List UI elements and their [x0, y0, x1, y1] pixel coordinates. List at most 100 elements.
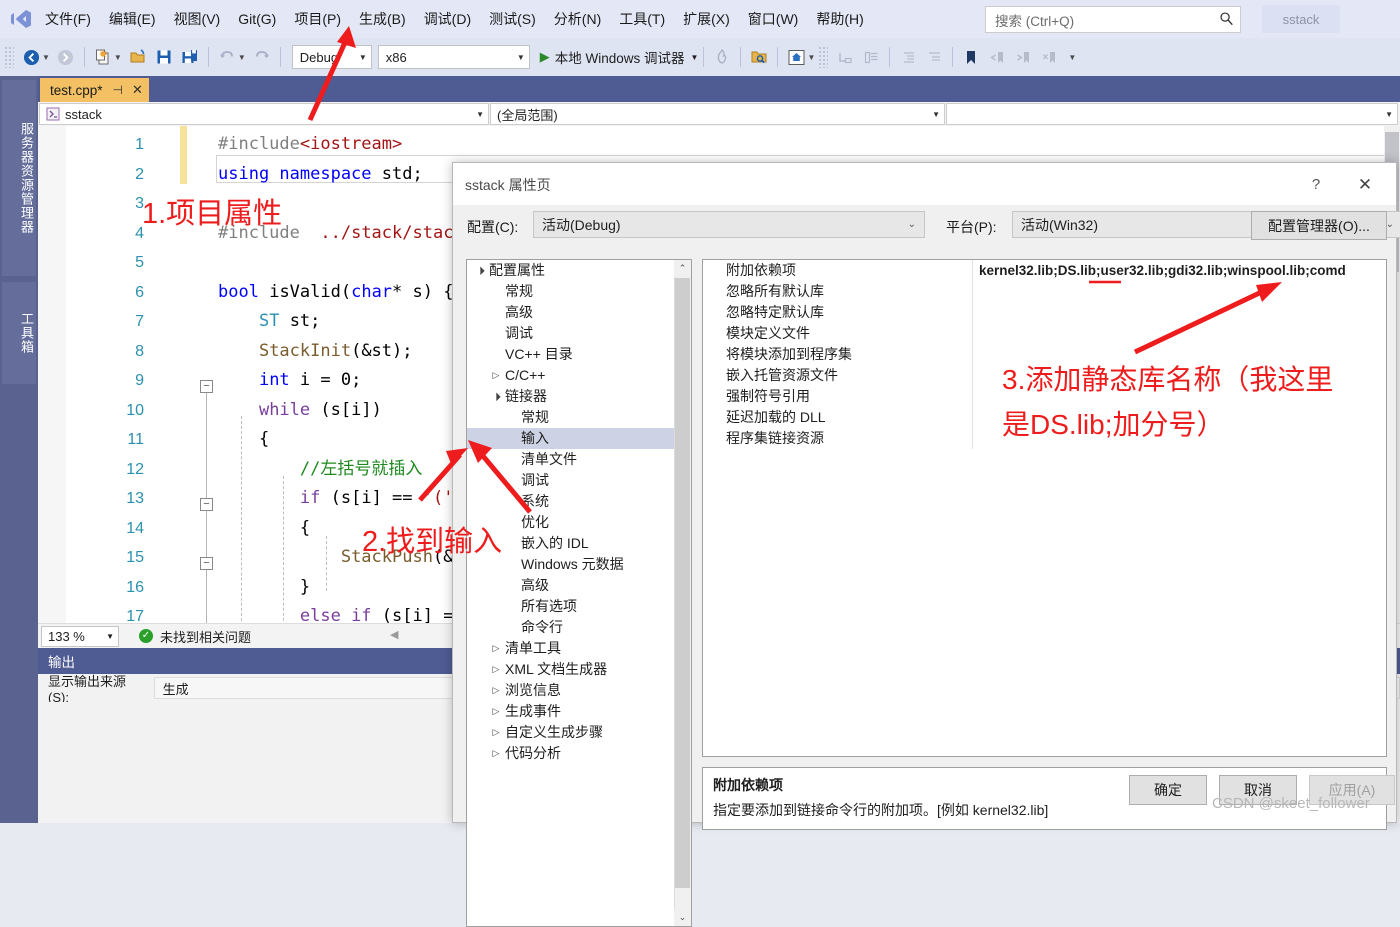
tree-item[interactable]: ▷自定义生成步骤: [467, 722, 675, 743]
menu-test[interactable]: 测试(S): [480, 6, 545, 32]
tree-item[interactable]: 命令行: [467, 617, 675, 638]
property-value[interactable]: [973, 365, 1386, 386]
undo-dropdown-icon[interactable]: ▼: [238, 53, 249, 62]
menu-debug[interactable]: 调试(D): [415, 6, 480, 32]
code-line-text[interactable]: using namespace std;: [218, 160, 423, 190]
chevron-down-icon[interactable]: ▼: [685, 53, 699, 62]
new-item-dropdown-icon[interactable]: ▼: [114, 53, 125, 62]
save-all-icon[interactable]: [177, 44, 203, 70]
property-value[interactable]: [973, 323, 1386, 344]
collapsed-twisty-icon[interactable]: ▷: [487, 701, 505, 722]
tree-item[interactable]: 常规: [467, 281, 675, 302]
tree-item[interactable]: ▷XML 文档生成器: [467, 659, 675, 680]
property-row[interactable]: 附加依赖项kernel32.lib;DS.lib;user32.lib;gdi3…: [703, 260, 1386, 281]
tree-item[interactable]: 嵌入的 IDL: [467, 533, 675, 554]
bookmark-icon[interactable]: [958, 44, 984, 70]
close-icon[interactable]: ✕: [1348, 173, 1382, 197]
editor-horizontal-scroll-left-arrow[interactable]: ◀: [390, 628, 398, 641]
code-line-text[interactable]: StackPush(&st,: [218, 543, 484, 573]
property-row[interactable]: 强制符号引用: [703, 386, 1386, 407]
tree-vertical-scrollbar[interactable]: ⌃ ⌄: [674, 260, 691, 926]
start-debugging-button[interactable]: ▶ 本地 Windows 调试器 ▼: [540, 47, 699, 67]
menu-extensions[interactable]: 扩展(X): [674, 6, 739, 32]
tree-item[interactable]: 调试: [467, 470, 675, 491]
editor-fold-toggle[interactable]: −: [200, 498, 213, 511]
property-value[interactable]: [973, 281, 1386, 302]
question-mark-icon[interactable]: ?: [1302, 173, 1330, 197]
toolbar-overflow-icon[interactable]: ▼: [1068, 53, 1079, 62]
close-icon[interactable]: ✕: [132, 82, 143, 98]
document-tab-test-cpp[interactable]: test.cpp* ⊣ ✕: [40, 78, 149, 102]
scroll-down-icon[interactable]: ⌄: [674, 909, 691, 926]
collapsed-twisty-icon[interactable]: ▷: [487, 638, 505, 659]
toolbox-tab[interactable]: 工具箱: [2, 282, 36, 384]
code-line-text[interactable]: else if (s[i] ==: [218, 602, 464, 623]
tree-item[interactable]: ▷代码分析: [467, 743, 675, 764]
navigate-back-dropdown-icon[interactable]: ▼: [42, 53, 53, 62]
tree-item[interactable]: 调试: [467, 323, 675, 344]
toolbar-grip[interactable]: [4, 46, 14, 68]
tree-item[interactable]: 优化: [467, 512, 675, 533]
tree-item[interactable]: ▷浏览信息: [467, 680, 675, 701]
menu-file[interactable]: 文件(F): [36, 6, 100, 32]
configuration-manager-button[interactable]: 配置管理器(O)...: [1251, 211, 1387, 240]
property-value[interactable]: [973, 386, 1386, 407]
ok-button[interactable]: 确定: [1129, 775, 1207, 805]
tree-item[interactable]: 常规: [467, 407, 675, 428]
code-line-text[interactable]: //左括号就插入: [218, 455, 422, 485]
menu-window[interactable]: 窗口(W): [739, 6, 808, 32]
tree-item[interactable]: 清单文件: [467, 449, 675, 470]
code-line-text[interactable]: ST st;: [218, 307, 320, 337]
new-item-icon[interactable]: [90, 44, 116, 70]
property-row[interactable]: 嵌入托管资源文件: [703, 365, 1386, 386]
property-grid[interactable]: 附加依赖项kernel32.lib;DS.lib;user32.lib;gdi3…: [702, 259, 1387, 757]
code-line-text[interactable]: StackInit(&st);: [218, 337, 413, 367]
menu-project[interactable]: 项目(P): [285, 6, 350, 32]
collapsed-twisty-icon[interactable]: ▷: [487, 722, 505, 743]
menu-build[interactable]: 生成(B): [350, 6, 415, 32]
issue-status[interactable]: ✓ 未找到相关问题: [139, 627, 251, 646]
code-line-text[interactable]: if (s[i] == '('): [218, 484, 464, 514]
code-line-text[interactable]: {: [218, 514, 310, 544]
scroll-up-icon[interactable]: ⌃: [674, 260, 691, 277]
menu-git[interactable]: Git(G): [229, 8, 285, 30]
tree-item[interactable]: ▷生成事件: [467, 701, 675, 722]
find-in-folder-icon[interactable]: [746, 44, 772, 70]
property-tree-panel[interactable]: ◢配置属性常规高级调试VC++ 目录▷C/C++◢链接器常规输入清单文件调试系统…: [466, 259, 692, 927]
start-window-icon[interactable]: [783, 44, 809, 70]
code-line-text[interactable]: {: [218, 425, 269, 455]
start-window-dropdown-icon[interactable]: ▼: [807, 53, 818, 62]
collapsed-twisty-icon[interactable]: ▷: [487, 743, 505, 764]
tree-item[interactable]: 高级: [467, 575, 675, 596]
tree-item[interactable]: Windows 元数据: [467, 554, 675, 575]
navbar-project-dropdown[interactable]: sstack ▼: [39, 103, 489, 125]
property-value[interactable]: [973, 344, 1386, 365]
open-file-icon[interactable]: [125, 44, 151, 70]
tree-item[interactable]: VC++ 目录: [467, 344, 675, 365]
code-line-text[interactable]: while (s[i]): [218, 396, 382, 426]
configuration-dropdown[interactable]: 活动(Debug) ⌄: [533, 211, 925, 238]
property-value[interactable]: kernel32.lib;DS.lib;user32.lib;gdi32.lib…: [973, 260, 1386, 281]
property-value[interactable]: [973, 407, 1386, 428]
collapsed-twisty-icon[interactable]: ▷: [487, 659, 505, 680]
navbar-scope-dropdown[interactable]: (全局范围) ▼: [490, 103, 945, 125]
property-value[interactable]: [973, 428, 1386, 449]
toolbar-grip[interactable]: [818, 46, 828, 68]
property-value[interactable]: [973, 302, 1386, 323]
tree-item[interactable]: ▷C/C++: [467, 365, 675, 386]
account-label[interactable]: sstack: [1262, 5, 1340, 33]
property-row[interactable]: 忽略所有默认库: [703, 281, 1386, 302]
tree-item[interactable]: 高级: [467, 302, 675, 323]
menu-edit[interactable]: 编辑(E): [100, 6, 165, 32]
zoom-level-dropdown[interactable]: 133 % ▼: [41, 626, 119, 647]
menu-view[interactable]: 视图(V): [165, 6, 230, 32]
editor-fold-toggle[interactable]: −: [200, 380, 213, 393]
code-line-text[interactable]: #include ../stack/stack/s: [218, 219, 484, 249]
property-row[interactable]: 将模块添加到程序集: [703, 344, 1386, 365]
menu-analyze[interactable]: 分析(N): [545, 6, 610, 32]
tree-item[interactable]: ▷清单工具: [467, 638, 675, 659]
server-explorer-tab[interactable]: 服务器资源管理器: [2, 80, 36, 276]
collapsed-twisty-icon[interactable]: ▷: [487, 680, 505, 701]
property-row[interactable]: 模块定义文件: [703, 323, 1386, 344]
editor-fold-toggle[interactable]: −: [200, 557, 213, 570]
